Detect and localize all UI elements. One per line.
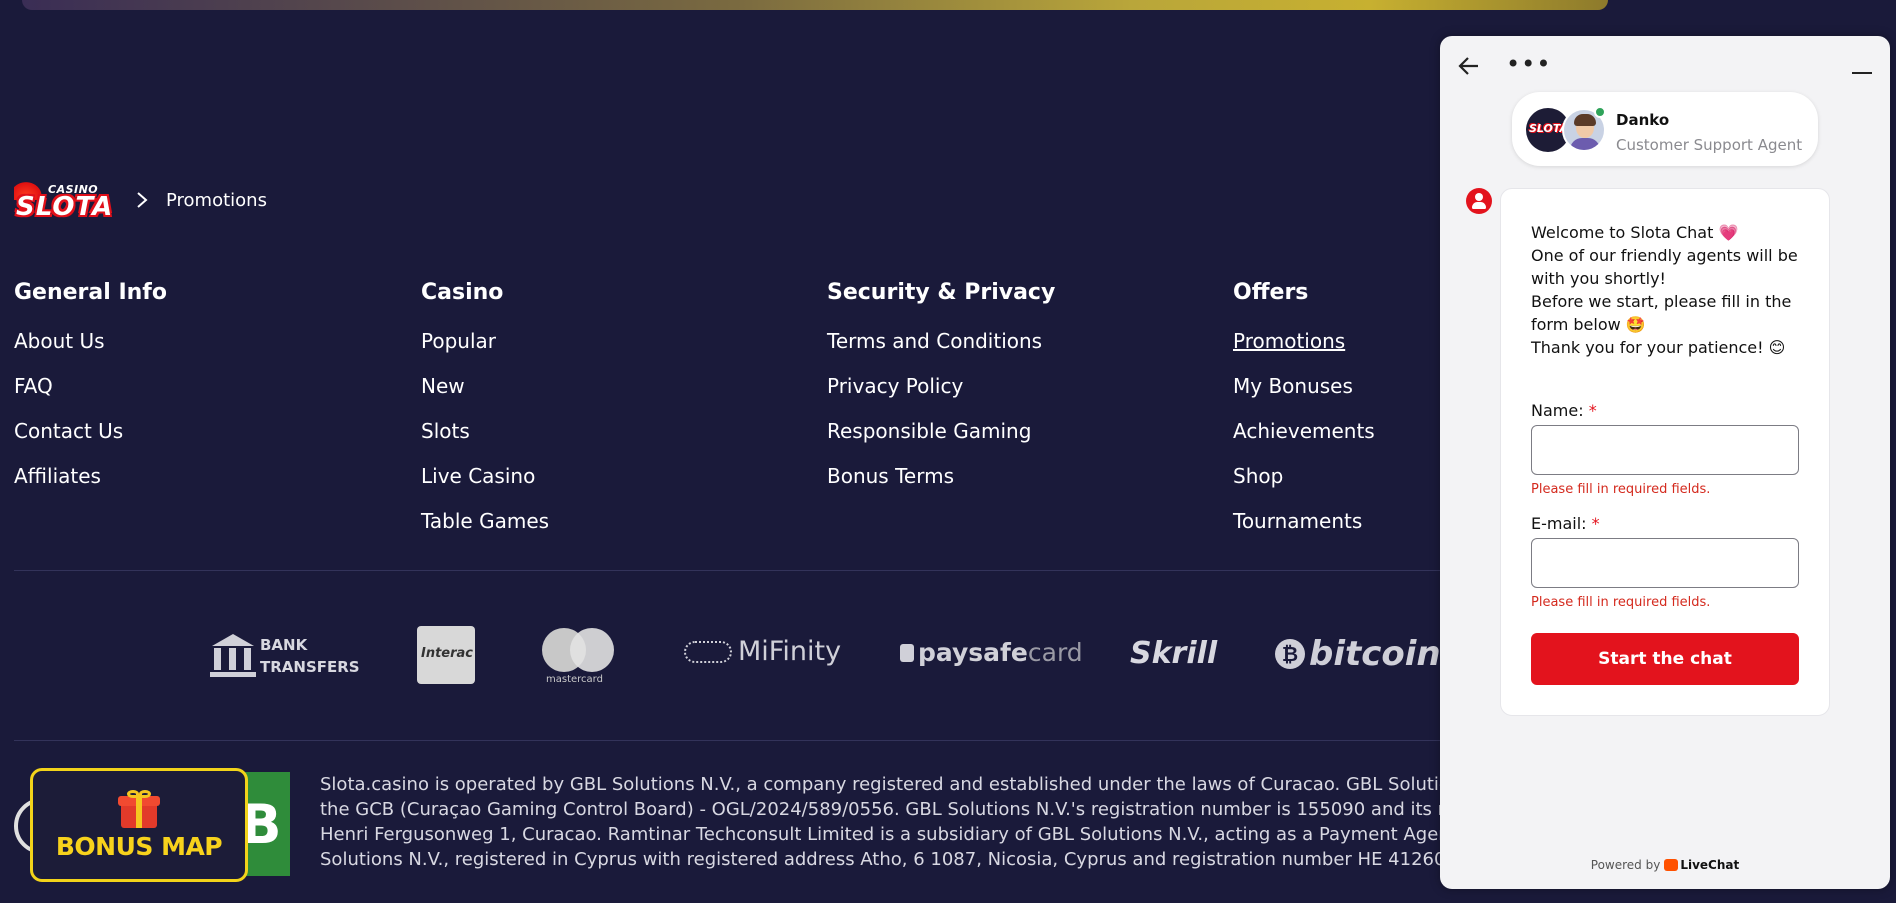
bot-avatar-icon [1466, 188, 1492, 214]
chat-header: ••• [1440, 36, 1890, 80]
breadcrumb-current: Promotions [166, 189, 267, 211]
infinity-icon [684, 640, 732, 663]
welcome-message: Welcome to Slota Chat 💗 One of our frien… [1531, 221, 1821, 359]
footer-link-slots[interactable]: Slots [421, 418, 549, 463]
back-arrow-icon[interactable] [1458, 56, 1480, 76]
column-title: General Info [14, 280, 167, 305]
footer-link-privacy-policy[interactable]: Privacy Policy [827, 373, 1055, 418]
welcome-message-card: Welcome to Slota Chat 💗 One of our frien… [1500, 188, 1830, 716]
legal-line: the GCB (Curaçao Gaming Control Board) -… [320, 799, 1440, 820]
legal-line: Slota.casino is operated by GBL Solution… [320, 774, 1440, 795]
footer-column-general-info: General Info About Us FAQ Contact Us Aff… [14, 280, 167, 508]
message-line: One of our friendly agents will be [1531, 246, 1798, 265]
card-text: card [1027, 638, 1083, 667]
skrill-text: Skrill [1130, 636, 1218, 671]
message-line: Before we start, please fill in the [1531, 292, 1792, 311]
agent-card: SLOTA Danko Customer Support Agent [1512, 92, 1818, 166]
slota-logo[interactable]: CASINO SLOTA [14, 178, 116, 222]
bitcoin-icon: ₿ [1275, 639, 1305, 669]
mastercard-logo: mastercard [540, 626, 618, 686]
message-line: form below 🤩 [1531, 315, 1646, 334]
top-banner-strip [22, 0, 1608, 10]
footer-link-tournaments[interactable]: Tournaments [1233, 508, 1375, 553]
bank-transfers-logo: BANK TRANSFERS [210, 634, 360, 678]
footer-link-bonus-terms[interactable]: Bonus Terms [827, 463, 1055, 508]
livechat-widget: ••• SLOTA Danko Customer Support Agent W… [1440, 36, 1890, 889]
minimize-icon[interactable] [1852, 72, 1872, 74]
message-line: Welcome to Slota Chat 💗 [1531, 223, 1739, 242]
name-label: Name: * [1531, 401, 1597, 420]
footer-link-popular[interactable]: Popular [421, 328, 549, 373]
chevron-right-icon [137, 192, 148, 208]
logo-slota-text: SLOTA [16, 192, 114, 222]
name-label-text: Name: [1531, 401, 1584, 420]
name-input[interactable] [1531, 425, 1799, 475]
mifinity-text: MiFinity [738, 636, 842, 667]
livechat-brand: LiveChat [1680, 858, 1740, 872]
message-line: Thank you for your patience! 😊 [1531, 338, 1786, 357]
powered-by-footer[interactable]: Powered by LiveChat [1440, 858, 1890, 872]
interac-logo: Interac [417, 626, 475, 684]
email-error: Please fill in required fields. [1531, 595, 1711, 610]
footer-link-terms[interactable]: Terms and Conditions [827, 328, 1055, 373]
paysafe-text: paysafe [918, 638, 1028, 667]
bitcoin-text: bitcoin [1309, 634, 1441, 674]
message-line: with you shortly! [1531, 269, 1666, 288]
gift-icon [118, 789, 160, 828]
email-label-text: E-mail: [1531, 514, 1587, 533]
required-mark: * [1588, 401, 1597, 420]
bonus-map-label: BONUS MAP [55, 831, 223, 861]
powered-by-text: Powered by [1590, 858, 1661, 872]
required-mark: * [1591, 514, 1600, 533]
bitcoin-logo: ₿ bitcoin [1275, 634, 1441, 674]
footer-link-table-games[interactable]: Table Games [421, 508, 549, 553]
email-input[interactable] [1531, 538, 1799, 588]
footer-link-my-bonuses[interactable]: My Bonuses [1233, 373, 1375, 418]
legal-text: Slota.casino is operated by GBL Solution… [320, 772, 1440, 872]
more-options-icon[interactable]: ••• [1506, 52, 1551, 76]
online-status-dot [1594, 106, 1606, 118]
footer-link-promotions[interactable]: Promotions [1233, 328, 1375, 373]
footer-link-achievements[interactable]: Achievements [1233, 418, 1375, 463]
livechat-icon [1664, 859, 1679, 871]
footer-link-shop[interactable]: Shop [1233, 463, 1375, 508]
legal-line: Henri Fergusonweg 1, Curacao. Ramtinar T… [320, 824, 1440, 845]
agent-role: Customer Support Agent [1616, 136, 1803, 154]
divider [14, 740, 1444, 741]
bank-icon [210, 634, 256, 678]
breadcrumb: CASINO SLOTA Promotions [14, 178, 267, 222]
footer-column-casino: Casino Popular New Slots Live Casino Tab… [421, 280, 549, 553]
footer-column-security-privacy: Security & Privacy Terms and Conditions … [827, 280, 1055, 508]
agent-name: Danko [1616, 111, 1670, 129]
mastercard-text: mastercard [546, 674, 603, 685]
footer-link-live-casino[interactable]: Live Casino [421, 463, 549, 508]
footer-link-new[interactable]: New [421, 373, 549, 418]
column-title: Offers [1233, 280, 1309, 305]
mifinity-logo: MiFinity [684, 636, 841, 667]
column-title: Casino [421, 280, 504, 305]
start-chat-button[interactable]: Start the chat [1531, 633, 1799, 685]
bonus-map-button[interactable]: BONUS MAP [30, 768, 248, 882]
skrill-logo: Skrill [1130, 636, 1217, 671]
divider [14, 570, 1444, 571]
footer-link-responsible-gaming[interactable]: Responsible Gaming [827, 418, 1055, 463]
paysafecard-logo: paysafe card [900, 638, 1083, 667]
footer-link-faq[interactable]: FAQ [14, 373, 167, 418]
footer-column-offers: Offers Promotions My Bonuses Achievement… [1233, 280, 1375, 553]
footer-link-contact-us[interactable]: Contact Us [14, 418, 167, 463]
footer-link-affiliates[interactable]: Affiliates [14, 463, 167, 508]
interac-text: Interac [421, 646, 474, 661]
column-title: Security & Privacy [827, 280, 1056, 305]
name-error: Please fill in required fields. [1531, 482, 1711, 497]
email-label: E-mail: * [1531, 514, 1600, 533]
legal-line: Solutions N.V., registered in Cyprus wit… [320, 849, 1440, 870]
bank-text-line2: TRANSFERS [260, 658, 360, 676]
footer-link-about-us[interactable]: About Us [14, 328, 167, 373]
lock-icon [900, 643, 914, 662]
bank-text-line1: BANK [260, 636, 308, 654]
